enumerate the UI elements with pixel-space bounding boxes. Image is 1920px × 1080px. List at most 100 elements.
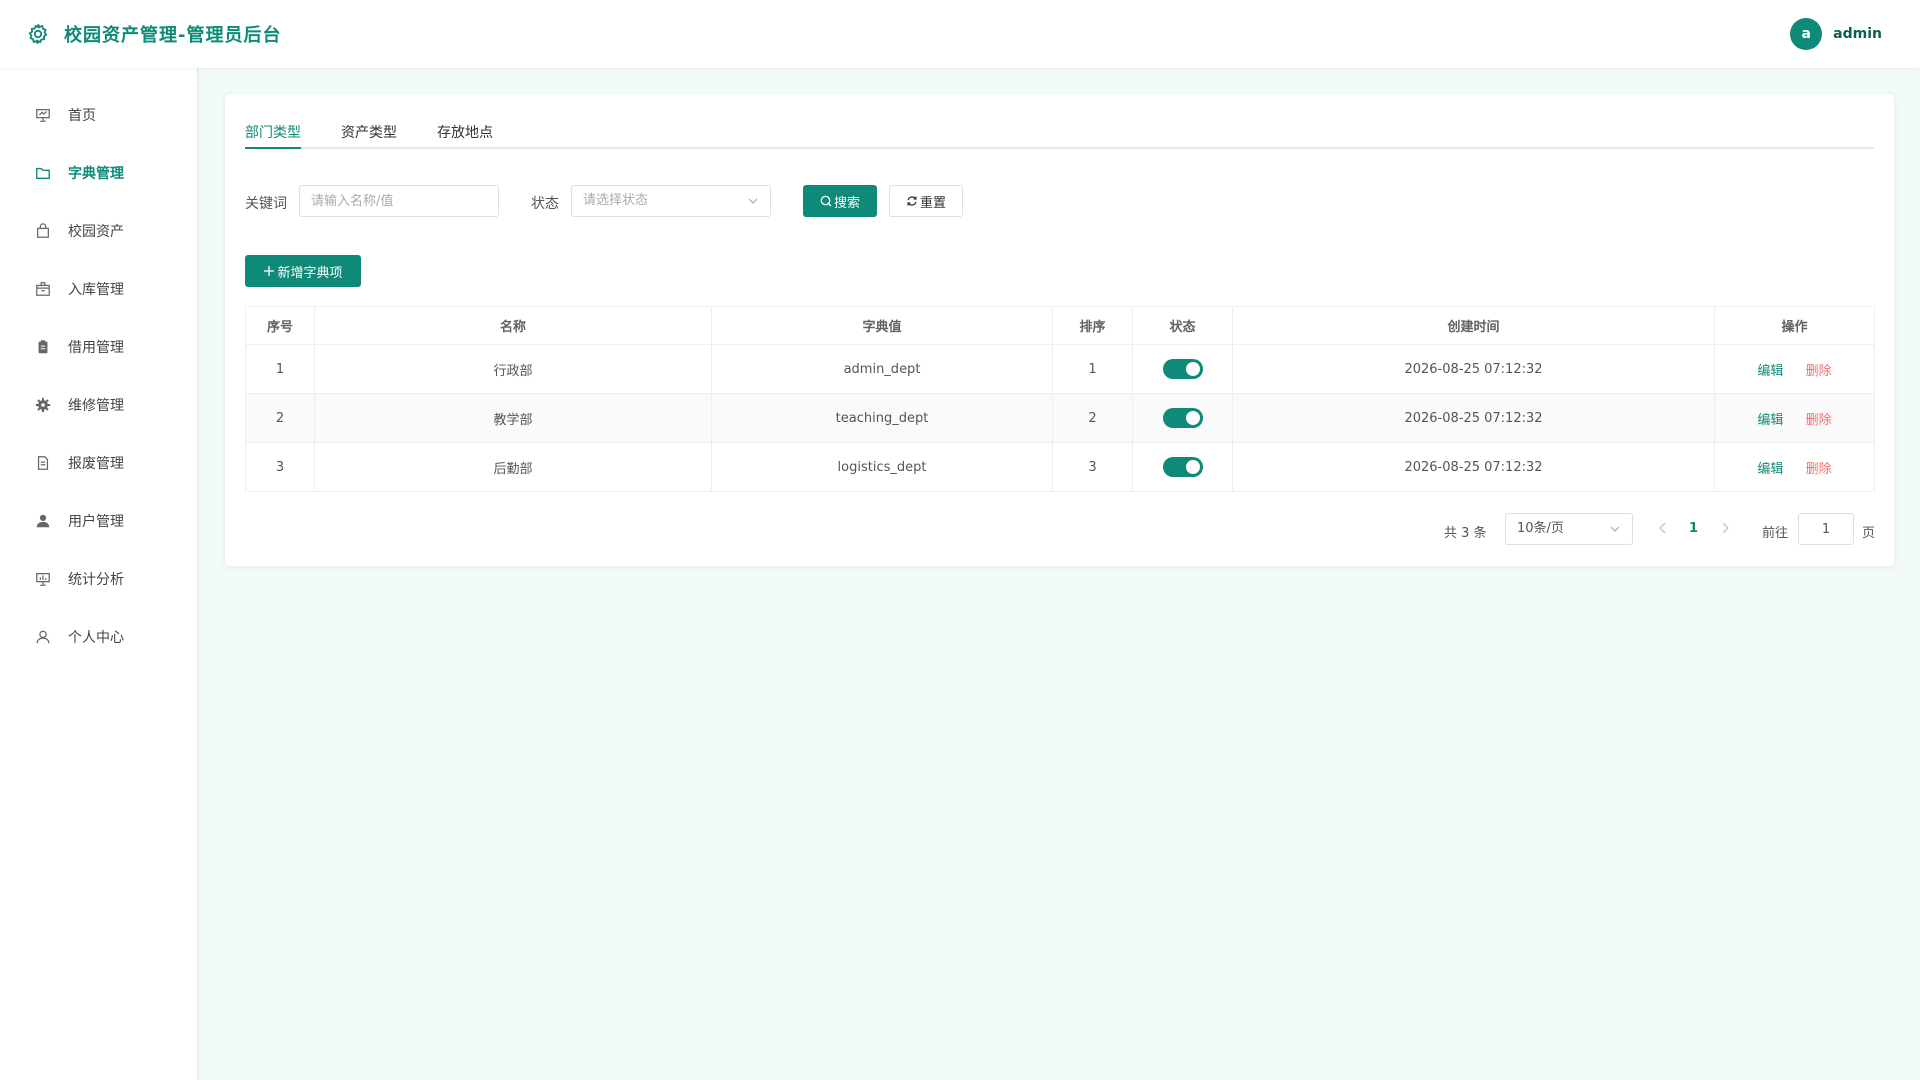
search-icon xyxy=(820,195,832,207)
shopping-bag-icon xyxy=(34,222,52,240)
sidebar-item-stock-in[interactable]: 入库管理 xyxy=(0,265,197,313)
chevron-right-icon[interactable] xyxy=(1720,522,1730,534)
cell-created: 2026-08-25 07:12:32 xyxy=(1232,344,1715,394)
status-select[interactable]: 请选择状态 xyxy=(571,185,771,217)
tab-label: 存放地点 xyxy=(437,125,493,141)
sidebar-item-repair[interactable]: 维修管理 xyxy=(0,381,197,429)
sidebar-item-label: 首页 xyxy=(68,108,96,124)
edit-link[interactable]: 编辑 xyxy=(1757,462,1783,477)
column-header: 序号 xyxy=(245,306,315,345)
sidebar-item-dictionary[interactable]: 字典管理 xyxy=(0,149,197,197)
sidebar-item-label: 校园资产 xyxy=(68,224,124,240)
folder-icon xyxy=(34,164,52,182)
sidebar-item-label: 个人中心 xyxy=(68,630,124,646)
refresh-icon xyxy=(907,196,917,206)
plus-icon xyxy=(264,266,275,276)
cell-name: 教学部 xyxy=(314,393,712,443)
delete-link[interactable]: 删除 xyxy=(1806,413,1832,428)
chevron-left-icon[interactable] xyxy=(1658,522,1668,534)
page-size-value: 10条/页 xyxy=(1517,521,1564,536)
sidebar-item-home[interactable]: 首页 xyxy=(0,91,197,139)
tab-bar: 部门类型 资产类型 存放地点 xyxy=(245,122,1874,149)
cell-name: 后勤部 xyxy=(314,442,712,492)
user-menu[interactable]: a admin xyxy=(1790,18,1882,50)
status-label: 状态 xyxy=(531,196,559,212)
gear-icon xyxy=(34,396,52,414)
reset-button-label: 重置 xyxy=(919,195,946,211)
sidebar-item-label: 入库管理 xyxy=(68,282,124,298)
tab-department-type[interactable]: 部门类型 xyxy=(245,122,301,149)
box-icon xyxy=(34,280,52,298)
chart-board-icon xyxy=(34,570,52,588)
status-toggle[interactable] xyxy=(1162,408,1203,428)
cell-value: teaching_dept xyxy=(711,393,1053,443)
sidebar-item-label: 用户管理 xyxy=(68,514,124,530)
edit-link[interactable]: 编辑 xyxy=(1757,364,1783,379)
delete-link[interactable]: 删除 xyxy=(1806,462,1832,477)
status-toggle[interactable] xyxy=(1162,457,1203,477)
document-icon xyxy=(34,454,52,472)
goto-page-input[interactable] xyxy=(1798,513,1854,545)
presentation-icon xyxy=(34,106,52,124)
keyword-label: 关键词 xyxy=(245,196,287,212)
sidebar-item-label: 借用管理 xyxy=(68,340,124,356)
tab-storage-location[interactable]: 存放地点 xyxy=(437,122,493,149)
cell-actions: 编辑 删除 xyxy=(1714,393,1875,443)
sidebar-item-label: 统计分析 xyxy=(68,572,124,588)
cell-index: 2 xyxy=(245,393,315,443)
pagination-total: 共 3 条 xyxy=(1444,526,1487,541)
column-header: 状态 xyxy=(1132,306,1233,345)
dictionary-table: 序号 名称 字典值 排序 状态 创建时间 操作 1 行政部 admin_dept… xyxy=(245,306,1875,492)
main-card: 部门类型 资产类型 存放地点 关键词 状态 请选择状态 搜索 重置 新增字典项 … xyxy=(225,94,1894,566)
keyword-input[interactable] xyxy=(299,185,499,217)
cell-name: 行政部 xyxy=(314,344,712,394)
table-row: 3 后勤部 logistics_dept 3 2026-08-25 07:12:… xyxy=(245,442,1875,492)
page-number-current[interactable]: 1 xyxy=(1689,521,1698,536)
column-header: 排序 xyxy=(1052,306,1133,345)
app-title: 校园资产管理-管理员后台 xyxy=(64,25,282,46)
column-header: 名称 xyxy=(314,306,712,345)
table-row: 1 行政部 admin_dept 1 2026-08-25 07:12:32 编… xyxy=(245,344,1875,394)
sidebar-item-borrow[interactable]: 借用管理 xyxy=(0,323,197,371)
sidebar-item-users[interactable]: 用户管理 xyxy=(0,497,197,545)
column-header: 字典值 xyxy=(711,306,1053,345)
user-name[interactable]: admin xyxy=(1833,26,1882,42)
sidebar-item-assets[interactable]: 校园资产 xyxy=(0,207,197,255)
sidebar-item-label: 字典管理 xyxy=(68,166,124,182)
tab-asset-type[interactable]: 资产类型 xyxy=(341,122,397,149)
cell-status xyxy=(1132,442,1233,492)
cell-value: logistics_dept xyxy=(711,442,1053,492)
reset-button[interactable]: 重置 xyxy=(889,185,963,217)
cell-created: 2026-08-25 07:12:32 xyxy=(1232,393,1715,443)
table-header-row: 序号 名称 字典值 排序 状态 创建时间 操作 xyxy=(245,306,1875,345)
tab-label: 资产类型 xyxy=(341,125,397,141)
cell-created: 2026-08-25 07:12:32 xyxy=(1232,442,1715,492)
column-header: 创建时间 xyxy=(1232,306,1715,345)
delete-link[interactable]: 删除 xyxy=(1806,364,1832,379)
user-filled-icon xyxy=(34,512,52,530)
edit-link[interactable]: 编辑 xyxy=(1757,413,1783,428)
sidebar-item-scrap[interactable]: 报废管理 xyxy=(0,439,197,487)
tab-label: 部门类型 xyxy=(245,125,301,141)
sidebar-item-label: 报废管理 xyxy=(68,456,124,472)
chevron-down-icon xyxy=(1610,526,1620,532)
cell-status xyxy=(1132,344,1233,394)
cell-sort: 1 xyxy=(1052,344,1133,394)
chevron-down-icon xyxy=(748,198,758,204)
status-toggle[interactable] xyxy=(1162,359,1203,379)
cell-index: 3 xyxy=(245,442,315,492)
sidebar-item-label: 维修管理 xyxy=(68,398,124,414)
active-tab-indicator xyxy=(245,147,301,149)
sidebar-item-profile[interactable]: 个人中心 xyxy=(0,613,197,661)
column-header: 操作 xyxy=(1714,306,1875,345)
sidebar: 首页 字典管理 校园资产 入库管理 借用管理 维修管理 报废管理 用户管理 统计… xyxy=(0,68,199,1080)
sidebar-item-statistics[interactable]: 统计分析 xyxy=(0,555,197,603)
avatar[interactable]: a xyxy=(1790,18,1823,50)
status-select-placeholder: 请选择状态 xyxy=(583,193,649,208)
cell-sort: 3 xyxy=(1052,442,1133,492)
add-dict-item-button[interactable]: 新增字典项 xyxy=(245,255,361,287)
clipboard-icon xyxy=(34,338,52,356)
search-button[interactable]: 搜索 xyxy=(803,185,877,217)
cell-sort: 2 xyxy=(1052,393,1133,443)
page-size-select[interactable]: 10条/页 xyxy=(1505,513,1633,545)
